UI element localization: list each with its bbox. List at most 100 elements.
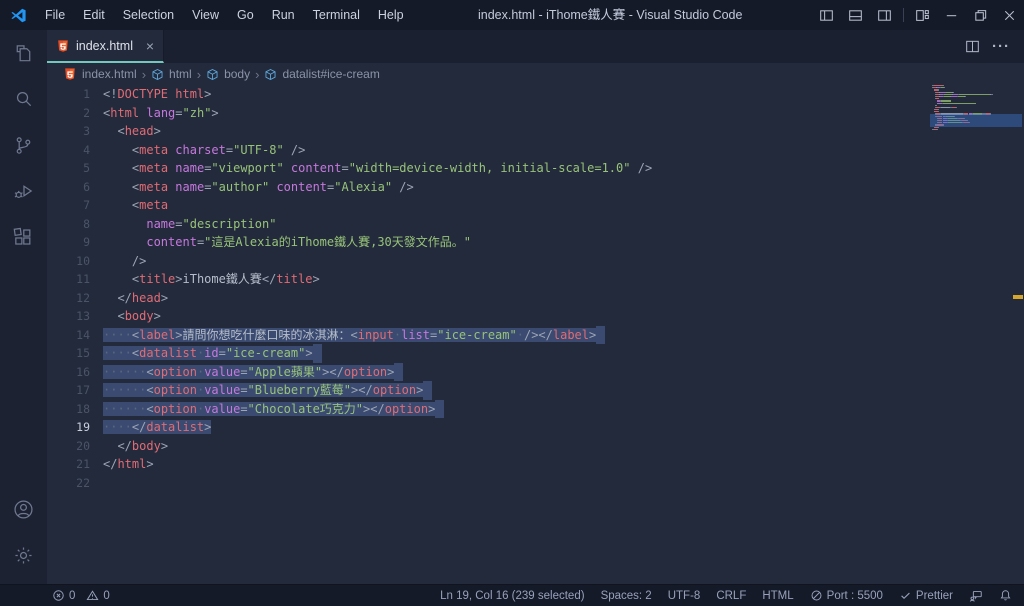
code-line-10[interactable]: 10 /> xyxy=(47,252,1024,271)
breadcrumb-item-html[interactable]: html xyxy=(151,67,192,81)
restore-icon[interactable] xyxy=(966,0,995,30)
line-number[interactable]: 3 xyxy=(47,122,90,141)
code-line-6[interactable]: 6 <meta name="author" content="Alexia" /… xyxy=(47,178,1024,197)
menu-run[interactable]: Run xyxy=(263,0,304,30)
code-editor[interactable]: 1 <!DOCTYPE html> 2 <html lang="zh"> 3 <head… xyxy=(47,85,1024,584)
breadcrumb-item-datalist-ice-cream[interactable]: datalist#ice-cream xyxy=(264,67,380,81)
overview-ruler[interactable] xyxy=(1012,30,1024,584)
code-line-20[interactable]: 20 </body> xyxy=(47,437,1024,456)
menu-edit[interactable]: Edit xyxy=(74,0,114,30)
line-number[interactable]: 12 xyxy=(47,289,90,308)
code-line-12[interactable]: 12 </head> xyxy=(47,289,1024,308)
menu-help[interactable]: Help xyxy=(369,0,413,30)
titlebar: File Edit Selection View Go Run Terminal Help i… xyxy=(0,0,1024,30)
selected-newline xyxy=(394,362,404,381)
minimap[interactable] xyxy=(930,85,1022,405)
code-line-9[interactable]: 9 content="這是Alexia的iThome鐵人賽,30天發文作品。" xyxy=(47,233,1024,252)
breadcrumb-item-body[interactable]: body xyxy=(206,67,250,81)
toggle-sidebar-icon[interactable] xyxy=(812,0,841,30)
code-line-5[interactable]: 5 <meta name="viewport" content="width=d… xyxy=(47,159,1024,178)
menu-selection[interactable]: Selection xyxy=(114,0,183,30)
settings-gear-icon[interactable] xyxy=(0,532,47,578)
code-line-19[interactable]: 19 ····</datalist> xyxy=(47,418,1024,437)
status-live-server-port[interactable]: Port : 5500 xyxy=(810,589,883,602)
line-number[interactable]: 18 xyxy=(47,400,90,419)
run-debug-icon[interactable] xyxy=(0,168,47,214)
menu-file[interactable]: File xyxy=(36,0,74,30)
toggle-panel-icon[interactable] xyxy=(841,0,870,30)
close-icon[interactable] xyxy=(995,0,1024,30)
line-number[interactable]: 8 xyxy=(47,215,90,234)
line-number[interactable]: 13 xyxy=(47,307,90,326)
line-number[interactable]: 21 xyxy=(47,455,90,474)
code-line-7[interactable]: 7 <meta xyxy=(47,196,1024,215)
line-number[interactable]: 9 xyxy=(47,233,90,252)
code-line-1[interactable]: 1 <!DOCTYPE html> xyxy=(47,85,1024,104)
line-content: <body> xyxy=(117,309,161,323)
line-number[interactable]: 7 xyxy=(47,196,90,215)
status-encoding[interactable]: UTF-8 xyxy=(668,590,701,602)
line-number[interactable]: 17 xyxy=(47,381,90,400)
explorer-icon[interactable] xyxy=(0,30,47,76)
code-line-17[interactable]: 17 ······<option·value="Blueberry藍莓"></op… xyxy=(47,381,1024,400)
code-line-11[interactable]: 11 <title>iThome鐵人賽</title> xyxy=(47,270,1024,289)
code-line-16[interactable]: 16 ······<option·value="Apple蘋果"></option… xyxy=(47,362,1024,382)
line-number[interactable]: 19 xyxy=(47,418,90,437)
status-eol[interactable]: CRLF xyxy=(716,590,746,602)
code-line-2[interactable]: 2 <html lang="zh"> xyxy=(47,104,1024,123)
breadcrumb-label: index.html xyxy=(82,67,137,81)
status-indentation[interactable]: Spaces: 2 xyxy=(601,590,652,602)
breadcrumb-item-index-html[interactable]: index.html xyxy=(63,67,137,81)
menu-go[interactable]: Go xyxy=(228,0,263,30)
split-editor-icon[interactable] xyxy=(965,39,980,54)
more-actions-icon[interactable]: ··· xyxy=(992,38,1010,55)
menu-terminal[interactable]: Terminal xyxy=(304,0,369,30)
line-number[interactable]: 1 xyxy=(47,85,90,104)
line-number[interactable]: 2 xyxy=(47,104,90,123)
line-number[interactable]: 4 xyxy=(47,141,90,160)
account-icon[interactable] xyxy=(0,486,47,532)
line-content: </head> xyxy=(117,290,169,305)
tab-bar: index.html × ··· xyxy=(47,30,1024,63)
code-line-8[interactable]: 8 name="description" xyxy=(47,215,1024,234)
status-feedback[interactable] xyxy=(969,589,983,603)
minimap-selection xyxy=(930,113,1022,127)
status-warnings[interactable]: 0 xyxy=(86,589,110,602)
code-line-21[interactable]: 21 </html> xyxy=(47,455,1024,474)
customize-layout-icon[interactable] xyxy=(908,0,937,30)
toggle-secondary-sidebar-icon[interactable] xyxy=(870,0,899,30)
tab-close-icon[interactable]: × xyxy=(146,39,154,53)
line-number[interactable]: 10 xyxy=(47,252,90,271)
line-number[interactable]: 15 xyxy=(47,344,90,363)
line-number[interactable]: 16 xyxy=(47,363,90,382)
code-line-3[interactable]: 3 <head> xyxy=(47,122,1024,141)
status-cursor-position[interactable]: Ln 19, Col 16 (239 selected) xyxy=(440,590,584,602)
status-language-label: HTML xyxy=(762,589,794,602)
status-language[interactable]: HTML xyxy=(762,590,793,602)
source-control-icon[interactable] xyxy=(0,122,47,168)
status-errors[interactable]: 0 xyxy=(52,589,75,602)
code-line-22[interactable]: 22 xyxy=(47,474,1024,493)
extensions-icon[interactable] xyxy=(0,214,47,260)
line-number[interactable]: 5 xyxy=(47,159,90,178)
line-number[interactable]: 20 xyxy=(47,437,90,456)
line-number[interactable]: 6 xyxy=(47,178,90,197)
tab-index-html[interactable]: index.html × xyxy=(47,30,164,63)
window-title: index.html - iThome鐵人賽 - Visual Studio C… xyxy=(478,8,743,22)
code-line-4[interactable]: 4 <meta charset="UTF-8" /> xyxy=(47,141,1024,160)
line-content: <html lang="zh"> xyxy=(103,105,219,120)
search-icon[interactable] xyxy=(0,76,47,122)
line-number[interactable]: 22 xyxy=(47,474,90,493)
code-line-18[interactable]: 18 ······<option·value="Chocolate巧克力"></o… xyxy=(47,399,1024,419)
code-line-13[interactable]: 13 <body> xyxy=(47,307,1024,326)
line-number[interactable]: 14 xyxy=(47,326,90,345)
minimap-line xyxy=(932,109,1012,111)
activity-bar xyxy=(0,30,47,584)
code-line-14[interactable]: 14 ····<label>請問你想吃什麼口味的冰淇淋：<input·list="… xyxy=(47,325,1024,345)
code-line-15[interactable]: 15 ····<datalist·id="ice-cream"> xyxy=(47,344,1024,363)
minimize-icon[interactable] xyxy=(937,0,966,30)
menu-view[interactable]: View xyxy=(183,0,228,30)
status-prettier[interactable]: Prettier xyxy=(899,589,953,602)
line-number[interactable]: 11 xyxy=(47,270,90,289)
status-notifications[interactable] xyxy=(999,589,1012,602)
